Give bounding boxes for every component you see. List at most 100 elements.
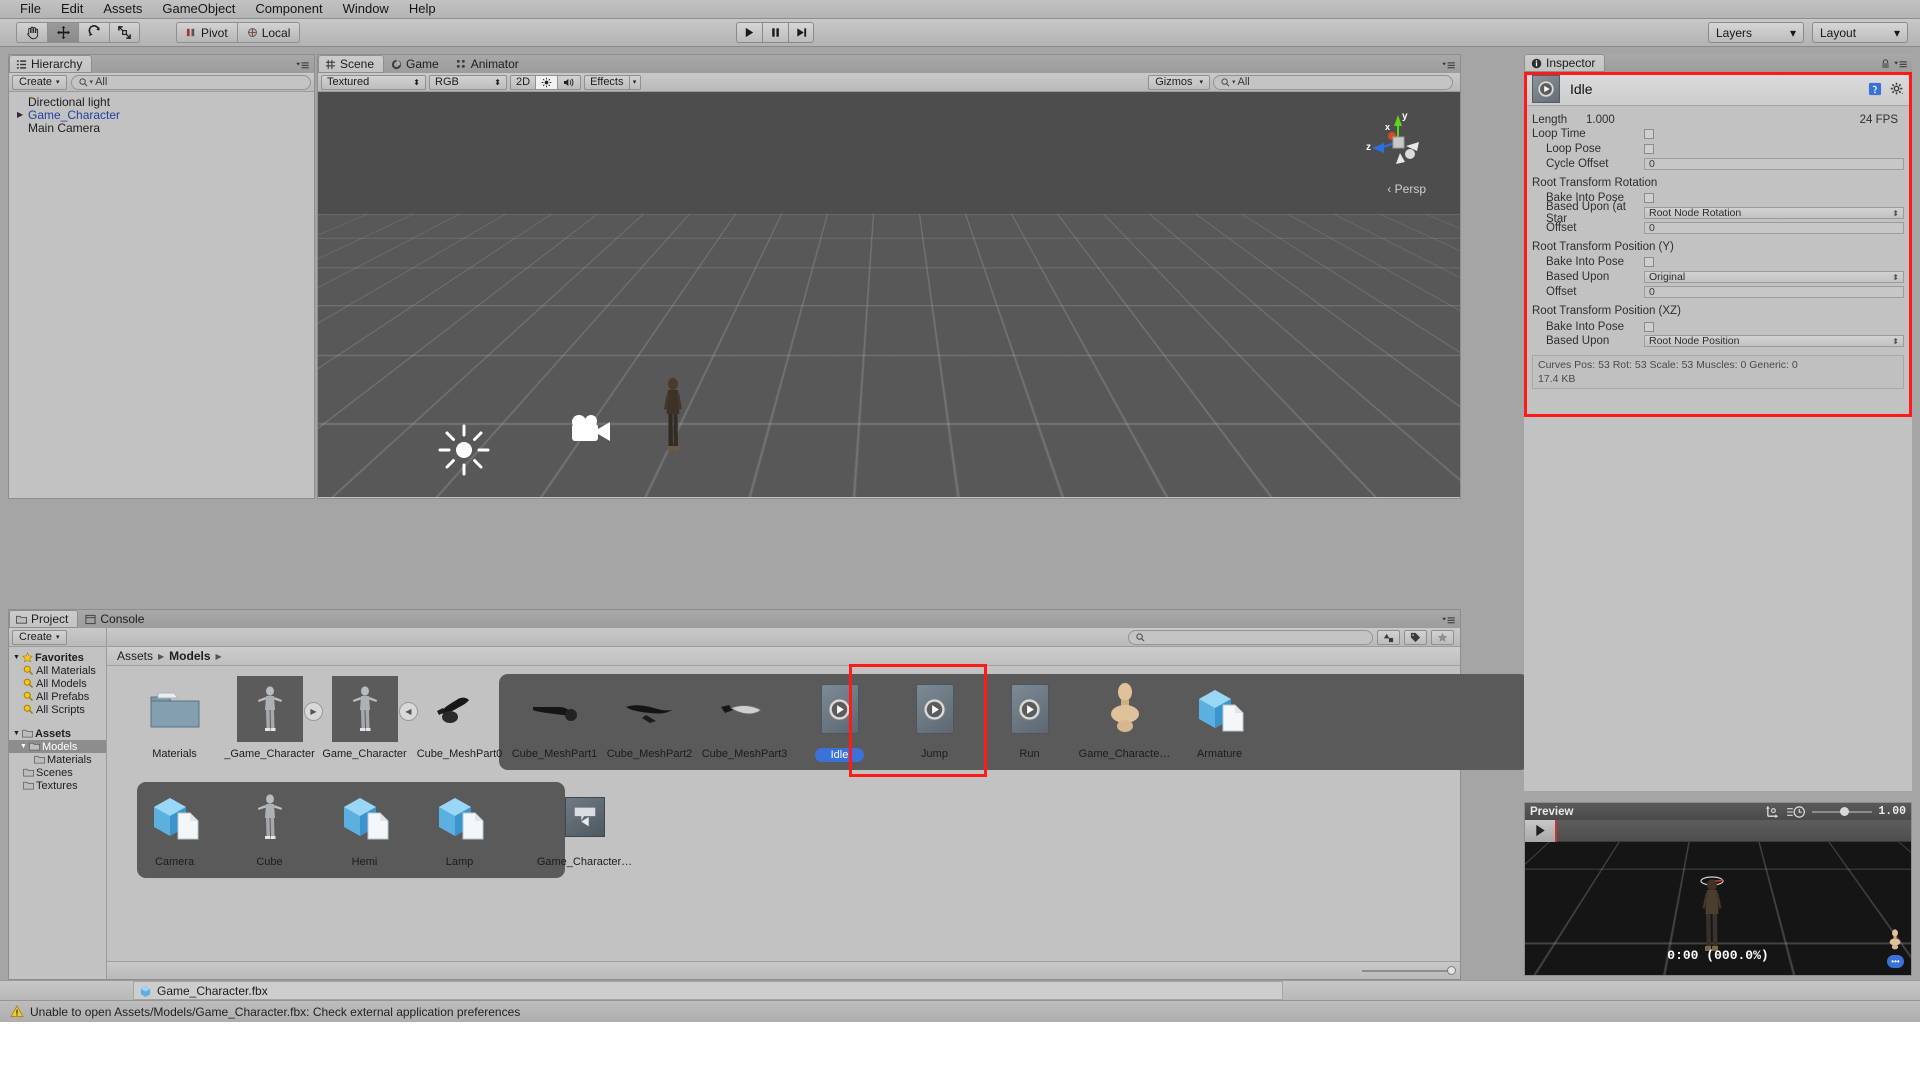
field-posy-based-upon[interactable]: Based Upon Original ⬍	[1532, 270, 1904, 285]
help-icon[interactable]	[1868, 82, 1882, 96]
asset-item-game-character-avatar[interactable]: Game_Characte…	[1077, 676, 1172, 760]
tree-item-textures[interactable]: Textures	[9, 779, 106, 792]
play-button[interactable]	[736, 22, 762, 43]
asset-item-hemi[interactable]: Hemi	[317, 784, 412, 868]
asset-item-cube[interactable]: Cube	[222, 784, 317, 868]
hierarchy-panel-menu[interactable]	[295, 61, 310, 70]
asset-item-cube_meshpart1[interactable]: Cube_MeshPart1	[507, 676, 602, 760]
filter-by-label-button[interactable]	[1404, 629, 1427, 645]
pivot-button[interactable]: Pivot	[176, 22, 237, 43]
field-loop-time[interactable]: Loop Time	[1532, 127, 1904, 142]
posxz-bake-checkbox[interactable]	[1644, 321, 1654, 332]
project-create-button[interactable]: Create ▾	[12, 629, 67, 645]
scene-persp-label[interactable]: ‹ Persp	[1387, 182, 1426, 196]
loop-pose-checkbox[interactable]	[1644, 144, 1654, 155]
tab-game[interactable]: Game	[384, 55, 449, 73]
scene-search-input[interactable]: ▾ All	[1213, 74, 1453, 90]
toggle-2d-button[interactable]: 2D	[510, 74, 537, 90]
menu-item-edit[interactable]: Edit	[51, 0, 93, 18]
effects-dropdown[interactable]: Effects	[584, 74, 630, 90]
asset-item-run[interactable]: Run	[982, 676, 1077, 760]
scale-tool-button[interactable]	[109, 22, 140, 43]
rotate-tool-button[interactable]	[78, 22, 109, 43]
asset-item-camera[interactable]: Camera	[127, 784, 222, 868]
tree-item-all-models[interactable]: All Models	[9, 677, 106, 690]
project-search-input[interactable]	[1128, 629, 1373, 645]
asset-item-cube_meshpart3[interactable]: Cube_MeshPart3	[697, 676, 792, 760]
step-button[interactable]	[788, 22, 814, 43]
selected-file-field[interactable]: Game_Character.fbx	[133, 981, 1283, 1000]
effects-caret[interactable]: ▾	[629, 74, 641, 90]
tab-project[interactable]: Project	[9, 610, 79, 628]
posy-bake-checkbox[interactable]	[1644, 257, 1654, 268]
preview-play-button[interactable]	[1525, 819, 1557, 842]
tree-item-models[interactable]: ▼ Models	[9, 740, 106, 753]
tree-item-scenes[interactable]: Scenes	[9, 766, 106, 779]
breadcrumb-assets[interactable]: Assets	[117, 649, 153, 663]
gear-icon[interactable]	[1890, 82, 1904, 96]
asset-item-cube_meshpart2[interactable]: Cube_MeshPart2	[602, 676, 697, 760]
tree-item-materials[interactable]: Materials	[9, 753, 106, 766]
asset-item-armature[interactable]: Armature	[1172, 676, 1267, 760]
hand-tool-button[interactable]	[16, 22, 47, 43]
menu-item-component[interactable]: Component	[245, 0, 332, 18]
pause-button[interactable]	[762, 22, 788, 43]
project-panel-menu[interactable]	[1441, 616, 1456, 625]
local-button[interactable]: Local	[236, 22, 301, 43]
asset-item-cube_meshpart0[interactable]: Cube_MeshPart0	[412, 676, 507, 760]
preview-speed-slider[interactable]	[1812, 806, 1873, 816]
tab-animator[interactable]: Animator	[449, 55, 529, 73]
rotation-bake-checkbox[interactable]	[1644, 193, 1654, 204]
slider-knob[interactable]	[1447, 965, 1456, 975]
asset-item-game-character-animator[interactable]: Game_Character…	[537, 784, 632, 868]
field-rotation-offset[interactable]: Offset 0	[1532, 220, 1904, 235]
thumbnail-zoom-slider[interactable]	[1362, 965, 1456, 975]
inspector-panel-menu[interactable]	[1881, 59, 1908, 69]
directional-light-gizmo[interactable]	[436, 422, 492, 478]
scene-panel-menu[interactable]	[1441, 61, 1456, 70]
tree-item-all-prefabs[interactable]: All Prefabs	[9, 690, 106, 703]
field-loop-pose[interactable]: Loop Pose	[1532, 142, 1904, 157]
hierarchy-item-main-camera[interactable]: Main Camera	[9, 121, 314, 135]
toggle-lighting-button[interactable]	[536, 74, 559, 90]
breadcrumb-models[interactable]: Models	[169, 649, 210, 663]
expand-arrow-icon[interactable]: ▼	[13, 654, 20, 661]
expand-arrow-icon[interactable]: ▼	[13, 730, 20, 737]
hierarchy-item-game-character[interactable]: ▶ Game_Character	[9, 108, 314, 122]
preview-options-button[interactable]: •••	[1887, 955, 1904, 968]
menu-item-file[interactable]: File	[10, 0, 51, 18]
rotation-based-upon-dropdown[interactable]: Root Node Rotation ⬍	[1644, 207, 1904, 220]
asset-item-lamp[interactable]: Lamp	[412, 784, 507, 868]
hierarchy-item-directional-light[interactable]: Directional light	[9, 95, 314, 109]
field-posy-offset[interactable]: Offset 0	[1532, 285, 1904, 300]
menu-item-window[interactable]: Window	[333, 0, 399, 18]
game-character-model[interactable]	[661, 377, 685, 455]
color-mode-dropdown[interactable]: RGB ⬍	[429, 74, 507, 90]
preview-viewport[interactable]: 0:00 (000.0%) •••	[1525, 842, 1911, 975]
menu-item-help[interactable]: Help	[399, 0, 446, 18]
field-posxz-bake-into-pose[interactable]: Bake Into Pose	[1532, 319, 1904, 334]
status-bar[interactable]: Unable to open Assets/Models/Game_Charac…	[0, 1000, 1920, 1022]
posy-offset-input[interactable]: 0	[1644, 285, 1904, 298]
posy-based-upon-dropdown[interactable]: Original ⬍	[1644, 271, 1904, 284]
avatar-icon[interactable]	[1887, 929, 1903, 951]
draw-mode-dropdown[interactable]: Textured ⬍	[321, 74, 426, 90]
move-tool-button[interactable]	[47, 22, 78, 43]
toggle-audio-button[interactable]	[558, 74, 582, 90]
field-cycle-offset[interactable]: Cycle Offset 0	[1532, 156, 1904, 171]
tab-scene[interactable]: Scene	[318, 55, 385, 73]
layers-dropdown[interactable]: Layers ▾	[1708, 22, 1804, 43]
asset-item-game_character[interactable]: ◀ Game_Character	[317, 676, 418, 760]
scene-viewport[interactable]: y x z ‹ Persp	[318, 92, 1460, 497]
field-posxz-based-upon[interactable]: Based Upon Root Node Position ⬍	[1532, 334, 1904, 349]
tree-item-all-scripts[interactable]: All Scripts	[9, 703, 106, 716]
field-posy-bake-into-pose[interactable]: Bake Into Pose	[1532, 255, 1904, 270]
asset-item-materials[interactable]: Materials	[127, 676, 222, 760]
hierarchy-create-button[interactable]: Create ▾	[12, 74, 67, 90]
asset-item-jump[interactable]: Jump	[887, 676, 982, 760]
pivot-axis-icon[interactable]	[1765, 805, 1780, 819]
rotation-offset-input[interactable]: 0	[1644, 221, 1904, 234]
menu-item-gameobject[interactable]: GameObject	[152, 0, 245, 18]
slider-knob[interactable]	[1840, 806, 1850, 816]
loop-time-checkbox[interactable]	[1644, 129, 1654, 140]
